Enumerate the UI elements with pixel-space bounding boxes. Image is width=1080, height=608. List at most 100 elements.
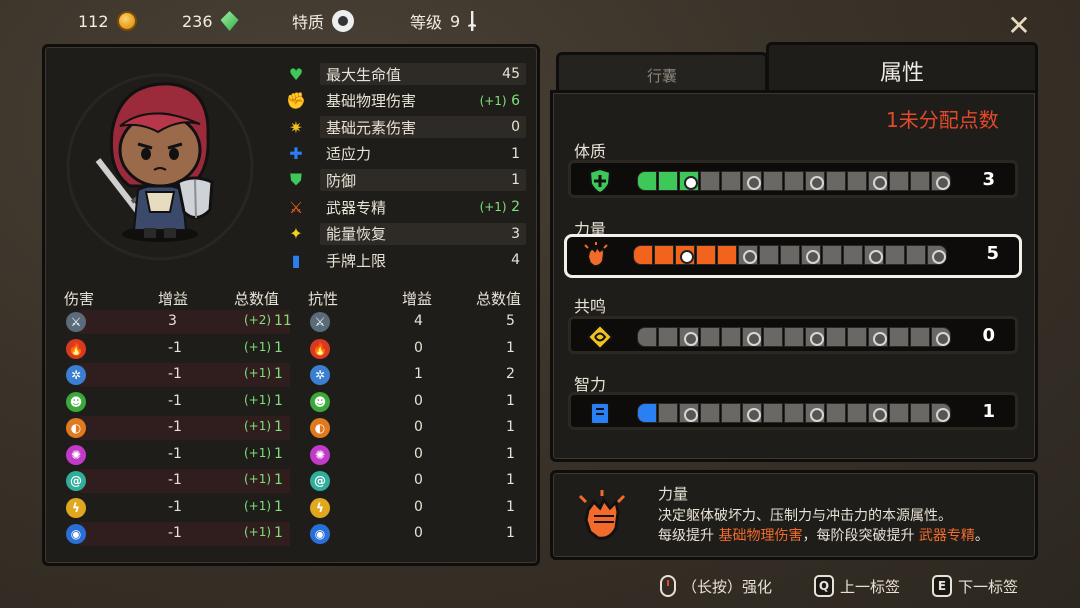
attribute-pip	[826, 403, 846, 423]
weapon-mastery-icon: ⚔	[288, 197, 304, 217]
highlight-weapon-mastery: 武器专精	[918, 528, 975, 544]
attribute-pip	[637, 403, 657, 423]
attribute-pip	[910, 327, 930, 347]
water-resistance-icon: ◉	[310, 524, 330, 544]
attribute-pip	[679, 171, 699, 191]
stat-bonus: (+1)	[479, 200, 507, 214]
damage-table-row: ✺ -1 (+1) 1 ✺ 0 1	[60, 443, 530, 467]
unassigned-points: 1未分配点数	[886, 104, 999, 133]
attribute-pip	[931, 403, 951, 423]
resistance-total: 1	[506, 498, 515, 515]
resistance-total: 1	[506, 392, 515, 409]
traits-icon	[332, 10, 355, 32]
attribute-pip	[721, 327, 741, 347]
resistance-gain: 0	[414, 472, 423, 488]
attribute-pip	[868, 327, 888, 347]
attribute-pip	[864, 245, 884, 265]
stat-value: 1	[511, 145, 520, 162]
attribute-pip	[763, 171, 783, 191]
description-text-a: 每级提升	[658, 528, 719, 544]
attribute-pip	[633, 245, 653, 265]
stat-row: ⛊ 防御 1	[284, 168, 526, 192]
attribute-value: 5	[986, 243, 999, 264]
attribute-value: 1	[982, 401, 995, 422]
damage-gain: -1	[168, 525, 182, 541]
attribute-pip	[910, 403, 930, 423]
description-title: 力量	[658, 485, 689, 503]
gold-amount: 112	[78, 11, 109, 31]
damage-total: 1	[274, 472, 283, 488]
damage-gain: -1	[168, 498, 182, 515]
resonance-icon	[585, 323, 615, 351]
close-icon[interactable]: ✕	[1006, 12, 1032, 40]
gold-coin-icon	[116, 11, 137, 31]
damage-total-bonus: (+1)	[244, 445, 272, 460]
damage-total: 11	[274, 313, 292, 329]
attribute-bar-0[interactable]: 3	[568, 160, 1018, 198]
attribute-pip	[868, 403, 888, 423]
stat-label: 手牌上限	[326, 251, 387, 270]
damage-table-row: @ -1 (+1) 1 @0 1	[60, 469, 530, 493]
hint-prev-tab[interactable]: Q 上一标签	[814, 575, 900, 597]
hint-strengthen[interactable]: （长按）强化	[660, 575, 772, 597]
sword-icon	[468, 11, 477, 31]
attribute-bar-1[interactable]: 5	[564, 234, 1022, 278]
tab-attributes-label: 属性	[879, 61, 924, 86]
fire-damage-icon: 🔥	[66, 338, 86, 359]
attribute-pip	[742, 403, 762, 423]
resistance-total: 1	[506, 525, 515, 541]
attribute-pip	[826, 171, 846, 191]
resistance-gain: 1	[414, 366, 423, 382]
tab-attributes[interactable]: 属性	[766, 42, 1038, 94]
tab-bag[interactable]: 行囊	[556, 52, 768, 92]
sparkle-icon: ✦	[289, 224, 303, 244]
stat-row: ✷ 基础元素伤害 0	[284, 115, 526, 139]
description-text-b: ，每阶段突破提升	[802, 528, 919, 544]
attribute-pip	[885, 245, 905, 265]
shield-icon: ⛊	[289, 170, 302, 190]
damage-table-row: ✲ -1 (+1) 1 ✲ 1 2	[60, 363, 530, 387]
damage-total: 1	[274, 339, 283, 356]
fist-icon: ✊	[286, 91, 306, 111]
header-resistance-total: 总数值	[476, 290, 522, 308]
attribute-bar-3[interactable]: 1	[568, 392, 1018, 430]
damage-total-bonus: (+2)	[244, 313, 272, 327]
fire-resistance-icon: 🔥	[310, 338, 330, 359]
header-resistance-gain: 增益	[402, 290, 433, 308]
traits-button[interactable]: 特质	[292, 10, 355, 32]
resistance-total: 5	[506, 313, 515, 329]
damage-total: 1	[274, 445, 283, 462]
attribute-bar-2[interactable]: 0	[568, 316, 1018, 354]
stat-label: 基础元素伤害	[326, 118, 417, 137]
level-display: 等级 9	[410, 10, 477, 32]
damage-table-row: ☻ -1 (+1) 1 ☻ 0 1	[60, 390, 530, 414]
resistance-gain: 0	[414, 525, 423, 541]
attribute-pips	[637, 403, 952, 423]
wind-resistance-icon: @	[310, 471, 330, 491]
damage-total-bonus: (+1)	[244, 366, 272, 380]
hint-prev-label: 上一标签	[840, 577, 901, 596]
attribute-pips	[637, 327, 952, 347]
stat-label: 武器专精	[326, 198, 387, 217]
attribute-pip	[763, 403, 783, 423]
attribute-pip	[679, 403, 699, 423]
hint-next-tab[interactable]: E 下一标签	[932, 575, 1018, 597]
stat-row: ✚ 适应力 1	[284, 142, 520, 166]
attribute-pip	[658, 327, 678, 347]
stat-label: 适应力	[326, 145, 372, 164]
unassigned-label: 未分配点数	[898, 108, 999, 132]
stat-value: 45	[502, 66, 520, 82]
stat-value: (+1) 2	[480, 199, 520, 215]
level-value: 9	[450, 11, 461, 31]
poison-damage-icon: ☻	[66, 391, 86, 412]
attribute-pip	[889, 171, 909, 191]
ice-resistance-icon: ✲	[310, 365, 330, 385]
resistance-total: 1	[506, 419, 515, 435]
header-resistance: 抗性	[308, 290, 339, 308]
character-portrait	[60, 62, 270, 272]
attribute-pip	[826, 327, 846, 347]
stat-value: 0	[511, 119, 520, 136]
stat-value: 1	[511, 172, 520, 189]
damage-total-bonus: (+1)	[244, 525, 272, 539]
attribute-pip	[784, 327, 804, 347]
